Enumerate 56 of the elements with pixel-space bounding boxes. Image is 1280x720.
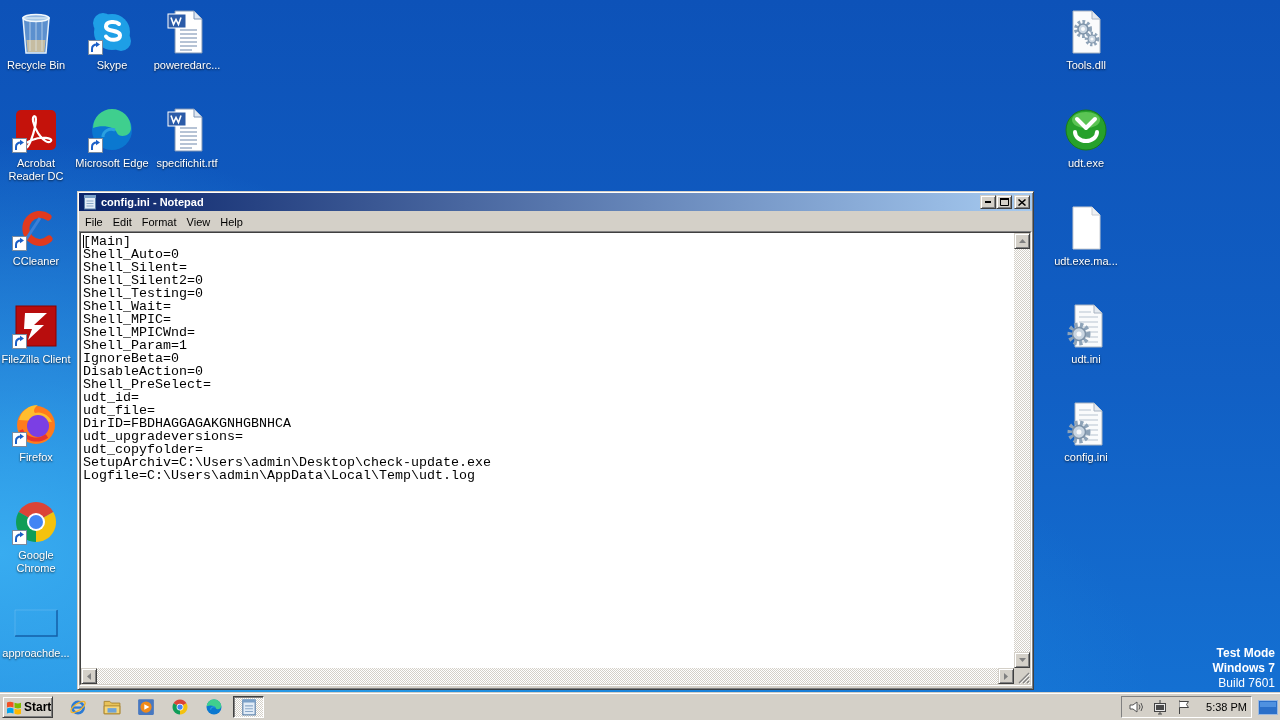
desktop-item[interactable]: Skype xyxy=(74,6,150,72)
download-chevron-icon xyxy=(1062,106,1110,154)
desktop-item[interactable]: Acrobat Reader DC xyxy=(0,104,74,183)
internet-explorer-icon[interactable] xyxy=(69,698,87,716)
resize-grip-icon[interactable] xyxy=(1018,672,1030,684)
maximize-icon xyxy=(999,198,1009,206)
system-notice-text: Build 7601 xyxy=(1218,676,1275,691)
triangle-down-icon xyxy=(1018,658,1026,662)
triangle-left-icon xyxy=(87,672,91,680)
horizontal-scrollbar[interactable] xyxy=(81,668,1014,684)
desktop-item[interactable]: specifichit.rtf xyxy=(149,104,225,170)
filezilla-icon xyxy=(12,302,60,350)
start-button[interactable]: Start xyxy=(2,696,53,718)
desktop-item[interactable]: Recycle Bin xyxy=(0,6,74,72)
text-cursor-icon xyxy=(83,235,84,248)
desktop-item[interactable]: udt.exe.ma... xyxy=(1048,202,1124,268)
triangle-right-icon xyxy=(1004,672,1008,680)
desktop-item[interactable]: udt.exe xyxy=(1048,104,1124,170)
minimize-icon xyxy=(985,201,991,203)
desktop-item[interactable]: Tools.dll xyxy=(1048,6,1124,72)
minimize-button[interactable] xyxy=(980,195,996,209)
text-editor-field[interactable]: [Main] Shell_Auto=0 Shell_Silent= Shell_Silent2=0 Shell_Testing=0 Shell_Wait= Shell_MPIC= Shell_MPICWnd= Shell_Param=1 IgnoreBeta=0 DisableAction=0 Shell_PreSelect= udt_id= udt_file= DirID=FBDHAGGAGAKGNHGBNHCA udt_upgradeversions= udt_copyfolder= SetupArchiv=C:\Users\admin\Desktop\check-update.exe Logfile=C:\Users\admin\AppData\Local\Temp\udt.log xyxy=(81,233,1014,668)
desktop-item[interactable]: CCleaner xyxy=(0,202,74,268)
taskbar-button[interactable] xyxy=(233,696,264,718)
desktop-item[interactable]: config.ini xyxy=(1048,398,1124,464)
scroll-right-button[interactable] xyxy=(998,668,1014,684)
vertical-scrollbar[interactable] xyxy=(1014,233,1030,668)
menu-item[interactable]: Edit xyxy=(107,215,137,228)
clock[interactable]: 5:38 PM xyxy=(1206,701,1247,713)
system-notice-text: Test Mode xyxy=(1216,646,1275,661)
desktop-item[interactable]: poweredarc... xyxy=(149,6,225,72)
scroll-up-button[interactable] xyxy=(1014,233,1030,249)
menu-item[interactable]: Help xyxy=(215,215,248,228)
scroll-down-button[interactable] xyxy=(1014,652,1030,668)
close-icon xyxy=(1018,198,1026,206)
menu-item[interactable]: View xyxy=(181,215,216,228)
show-desktop-icon[interactable] xyxy=(1258,699,1278,715)
windows-logo-icon xyxy=(6,699,22,715)
desktop-item[interactable]: Microsoft Edge xyxy=(74,104,150,170)
media-player-icon[interactable] xyxy=(137,698,155,716)
system-notice-text: Windows 7 xyxy=(1212,661,1275,676)
desktop-item[interactable]: udt.ini xyxy=(1048,300,1124,366)
network-icon[interactable] xyxy=(1152,699,1169,715)
edge-icon[interactable] xyxy=(205,698,223,716)
menu-item[interactable]: Format xyxy=(136,215,182,228)
close-button[interactable] xyxy=(1014,195,1030,209)
speaker-icon[interactable] xyxy=(1128,699,1145,715)
notepad-icon xyxy=(239,698,258,716)
scroll-left-button[interactable] xyxy=(81,668,97,684)
menu-item[interactable]: File xyxy=(80,215,108,228)
chrome-icon[interactable] xyxy=(171,698,189,716)
window-title: config.ini - Notepad xyxy=(101,196,205,208)
triangle-up-icon xyxy=(1018,239,1026,243)
maximize-button[interactable] xyxy=(996,195,1012,209)
notepad-icon xyxy=(82,194,98,210)
desktop-item[interactable]: FileZilla Client xyxy=(0,300,74,366)
